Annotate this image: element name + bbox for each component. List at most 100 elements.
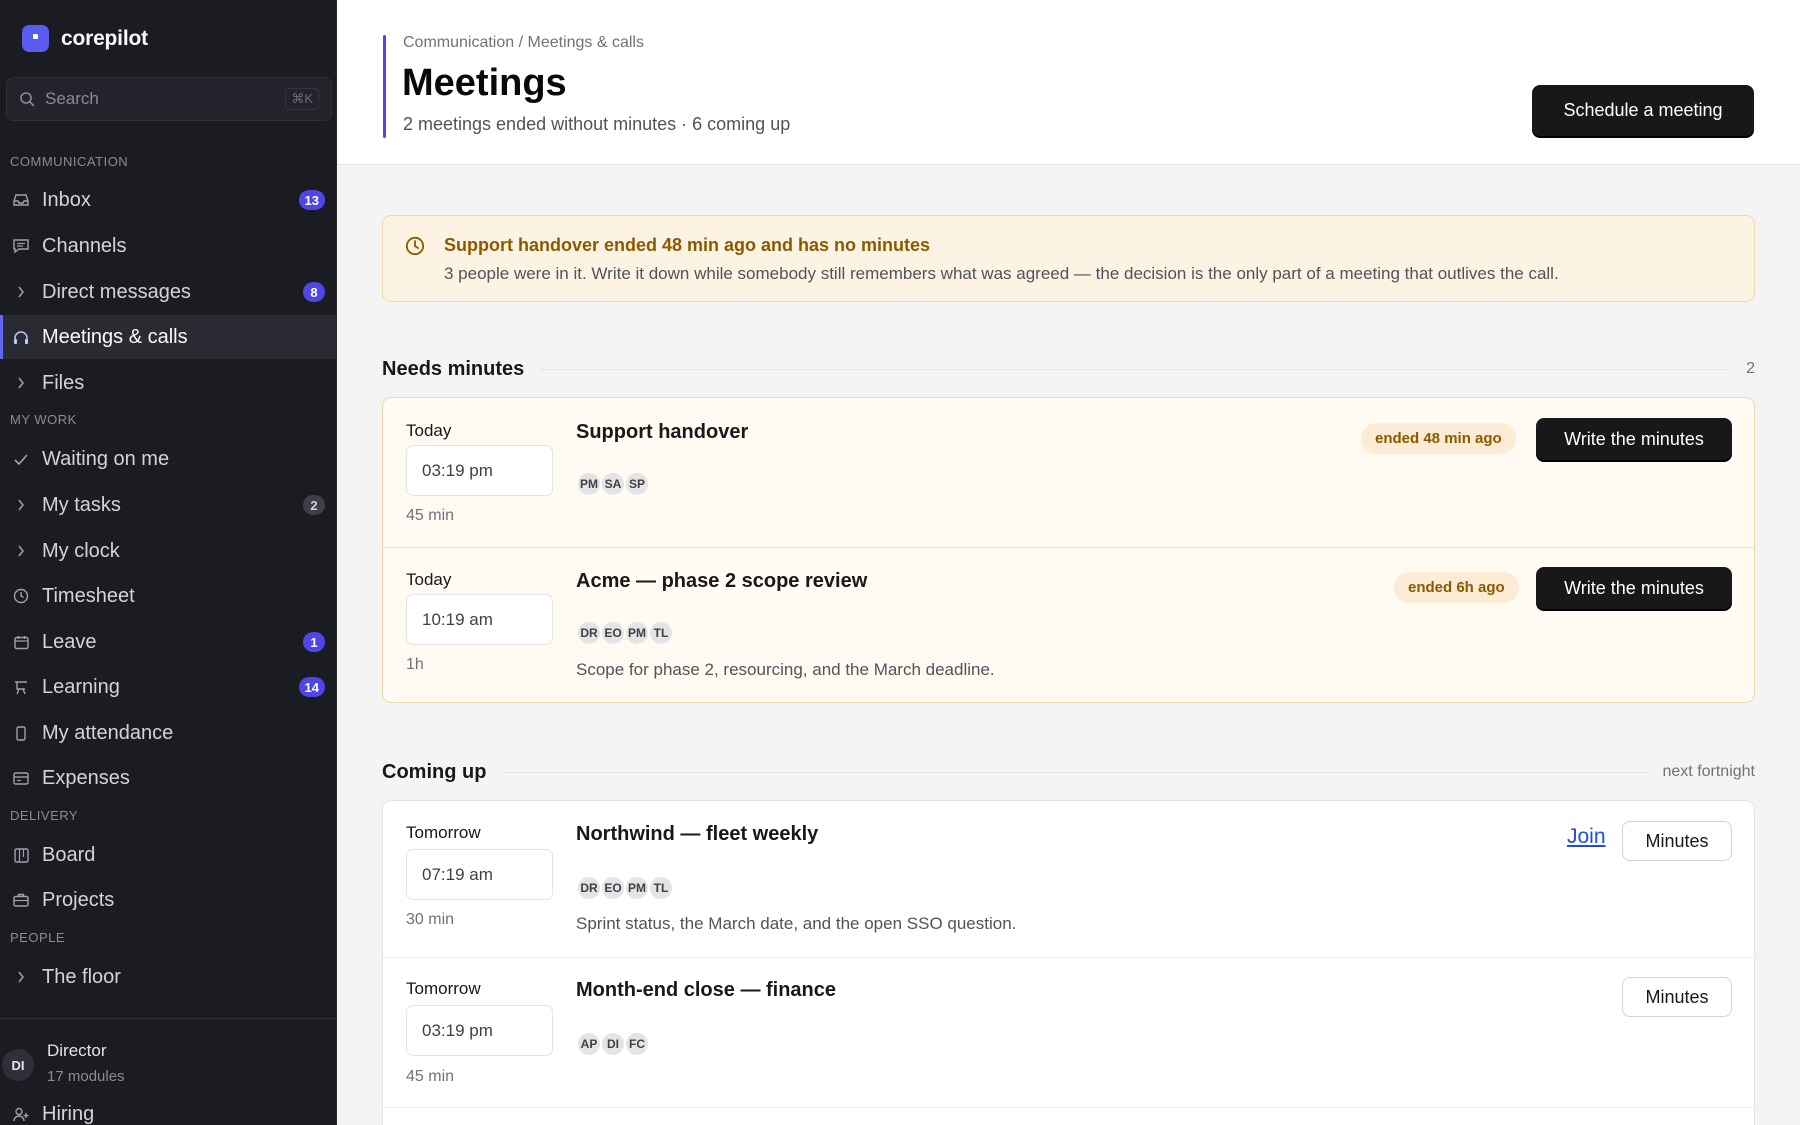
sidebar-item-attendance[interactable]: My attendance: [0, 711, 336, 755]
meeting-time: 03:19 pm: [406, 1005, 553, 1056]
meeting-day: Tomorrow: [406, 979, 481, 998]
sidebar-item-files[interactable]: Files: [0, 361, 336, 405]
meeting-title: Support handover: [576, 421, 749, 443]
section-title: Coming up: [382, 760, 487, 783]
chevron-right-icon: [12, 496, 30, 514]
headphones-icon: [12, 328, 30, 346]
section-label-communication: COMMUNICATION: [10, 154, 129, 169]
tasks-badge: 2: [303, 495, 325, 515]
sidebar-item-board[interactable]: Board: [0, 833, 336, 877]
sidebar-item-waiting[interactable]: Waiting on me: [0, 437, 336, 481]
meeting-duration: 45 min: [406, 507, 455, 524]
page-subtitle: 2 meetings ended without minutes · 6 com…: [403, 114, 791, 134]
sidebar-item-inbox[interactable]: Inbox 13: [0, 178, 336, 222]
sidebar-item-meetings[interactable]: Meetings & calls: [0, 315, 336, 359]
chevron-right-icon: [12, 542, 30, 560]
attendee-avatar: TL: [648, 620, 674, 646]
attendees: DR EO PM TL: [576, 875, 674, 901]
sidebar: corepilot Search ⌘K COMMUNICATION Inbox …: [0, 0, 337, 1125]
user-role: Director: [47, 1041, 107, 1060]
inbox-badge: 13: [298, 190, 325, 210]
brand[interactable]: corepilot: [22, 25, 148, 52]
list-item[interactable]: Tomorrow 03:19 pm 45 min Month-end close…: [383, 957, 1754, 1107]
sidebar-item-tasks[interactable]: My tasks 2: [0, 483, 336, 527]
header-accent-bar: [383, 35, 386, 138]
attendees: PM SA SP: [576, 471, 650, 497]
section-label-people: PEOPLE: [10, 930, 66, 945]
sidebar-footer-divider: [0, 1018, 336, 1019]
alert-title: Support handover ended 48 min ago and ha…: [444, 235, 931, 255]
meeting-description: Sprint status, the March date, and the o…: [576, 914, 1017, 933]
section-label-delivery: DELIVERY: [10, 808, 79, 823]
attendees: DR EO PM TL: [576, 620, 674, 646]
needs-minutes-header: Needs minutes 2: [382, 357, 1755, 381]
section-title: Needs minutes: [382, 357, 525, 380]
join-link[interactable]: Join: [1567, 825, 1606, 849]
chat-icon: [12, 237, 30, 255]
leave-badge: 1: [303, 632, 325, 652]
meeting-day: Today: [406, 421, 452, 440]
user-modules: 17 modules: [47, 1068, 125, 1085]
meeting-time: 10:19 am: [406, 594, 553, 645]
list-item[interactable]: Tomorrow 07:19 am 30 min Northwind — fle…: [383, 801, 1754, 957]
sidebar-item-projects[interactable]: Projects: [0, 878, 336, 922]
brand-logo-icon: [22, 25, 49, 52]
sidebar-item-floor[interactable]: The floor: [0, 955, 336, 999]
inbox-icon: [12, 191, 30, 209]
brand-name: corepilot: [61, 26, 148, 50]
sidebar-item-direct-messages[interactable]: Direct messages 8: [0, 270, 336, 314]
list-item[interactable]: Today 03:19 pm 45 min Support handover P…: [383, 398, 1754, 547]
write-minutes-button[interactable]: Write the minutes: [1536, 567, 1732, 609]
attendee-avatar: EO: [600, 620, 626, 646]
section-divider: [540, 368, 1731, 370]
sidebar-item-clock[interactable]: My clock: [0, 529, 336, 573]
sidebar-item-learning[interactable]: Learning 14: [0, 665, 336, 709]
check-icon: [12, 450, 30, 468]
schedule-meeting-button[interactable]: Schedule a meeting: [1532, 85, 1754, 136]
attendee-avatar: AP: [576, 1031, 602, 1057]
search-icon: [20, 92, 35, 107]
clock-icon: [12, 587, 30, 605]
phone-icon: [12, 724, 30, 742]
attendee-avatar: PM: [624, 875, 650, 901]
section-divider: [502, 771, 1647, 773]
meeting-title: Acme — phase 2 scope review: [576, 570, 868, 592]
direct-messages-badge: 8: [303, 282, 325, 302]
meeting-day: Today: [406, 570, 452, 589]
briefcase-icon: [12, 891, 30, 909]
list-item[interactable]: Today 10:19 am 1h Acme — phase 2 scope r…: [383, 547, 1754, 702]
sidebar-item-channels[interactable]: Channels: [0, 224, 336, 268]
attendee-avatar: DR: [576, 620, 602, 646]
meeting-description: Scope for phase 2, resourcing, and the M…: [576, 660, 995, 679]
write-minutes-button[interactable]: Write the minutes: [1536, 418, 1732, 460]
attendee-avatar: EO: [600, 875, 626, 901]
learning-badge: 14: [298, 677, 325, 697]
minutes-button[interactable]: Minutes: [1622, 977, 1732, 1017]
no-minutes-alert: Support handover ended 48 min ago and ha…: [382, 215, 1755, 302]
list-item[interactable]: [383, 1107, 1754, 1125]
sidebar-item-hiring[interactable]: Hiring: [0, 1092, 336, 1125]
minutes-button[interactable]: Minutes: [1622, 821, 1732, 861]
chevron-right-icon: [12, 374, 30, 392]
status-badge: ended 6h ago: [1394, 572, 1519, 603]
sidebar-item-expenses[interactable]: Expenses: [0, 756, 336, 800]
meeting-duration: 45 min: [406, 1068, 455, 1085]
attendee-avatar: FC: [624, 1031, 650, 1057]
attendee-avatar: SP: [624, 471, 650, 497]
search-input[interactable]: Search ⌘K: [6, 77, 332, 121]
section-label-my-work: MY WORK: [10, 412, 77, 427]
attendee-avatar: DI: [600, 1031, 626, 1057]
breadcrumb[interactable]: Communication / Meetings & calls: [403, 34, 644, 52]
calendar-icon: [12, 633, 30, 651]
page-header: Communication / Meetings & calls Meeting…: [338, 0, 1800, 165]
sidebar-item-leave[interactable]: Leave 1: [0, 620, 336, 664]
attendee-avatar: TL: [648, 875, 674, 901]
easel-icon: [12, 678, 30, 696]
section-count: 2: [1746, 360, 1755, 377]
meeting-time: 03:19 pm: [406, 445, 553, 496]
avatar[interactable]: DI: [2, 1049, 34, 1081]
sidebar-item-timesheet[interactable]: Timesheet: [0, 574, 336, 618]
status-badge: ended 48 min ago: [1361, 423, 1516, 454]
page-title: Meetings: [402, 62, 567, 104]
user-add-icon: [12, 1105, 30, 1123]
